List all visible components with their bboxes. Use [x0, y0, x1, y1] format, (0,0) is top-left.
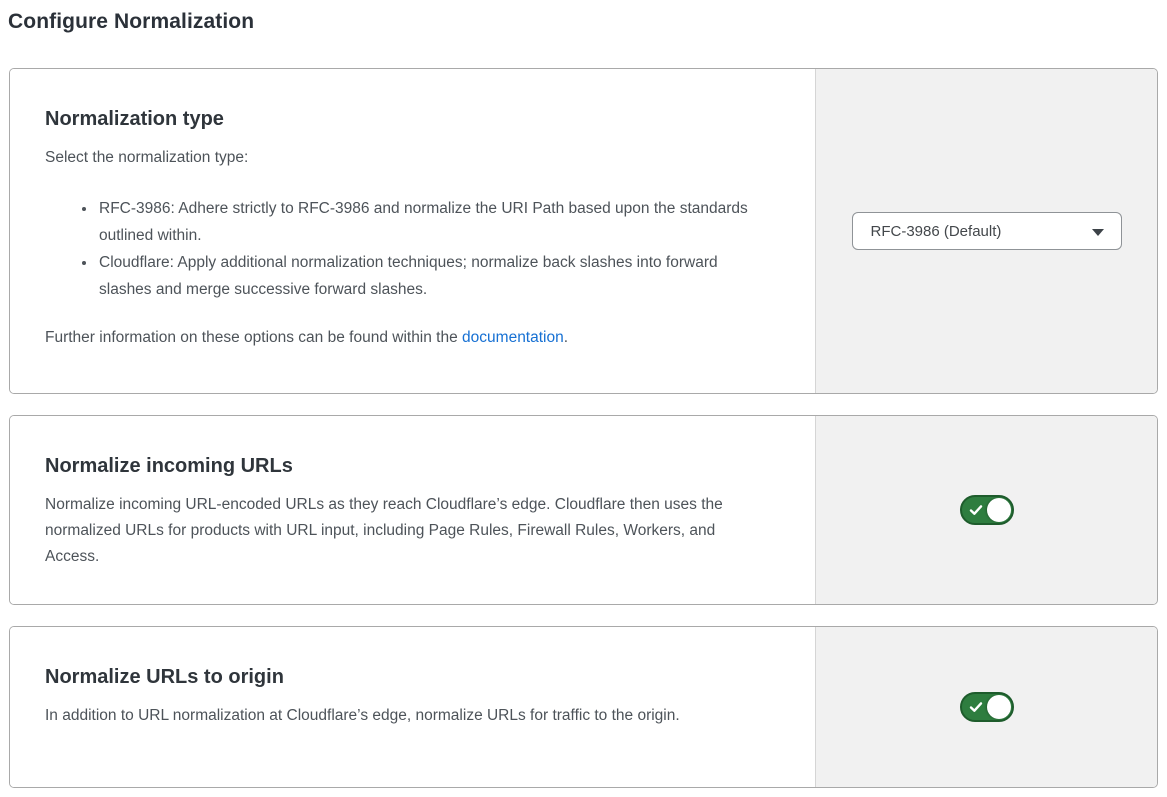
normalization-type-footer: Further information on these options can…	[45, 325, 767, 351]
normalization-type-side-panel: RFC-3986 (Default)	[815, 69, 1157, 393]
normalization-type-description: Select the normalization type:	[45, 145, 767, 171]
normalize-urls-to-origin-description: In addition to URL normalization at Clou…	[45, 703, 767, 729]
documentation-link[interactable]: documentation	[462, 329, 564, 346]
normalize-incoming-urls-description: Normalize incoming URL-encoded URLs as t…	[45, 492, 767, 570]
list-item-cloudflare: Cloudflare: Apply additional normalizati…	[97, 249, 767, 303]
select-value: RFC-3986 (Default)	[871, 223, 1002, 240]
normalize-urls-to-origin-content: Normalize URLs to origin In addition to …	[10, 627, 815, 787]
footer-text: Further information on these options can…	[45, 329, 462, 346]
normalize-urls-to-origin-toggle[interactable]	[960, 692, 1014, 722]
normalization-type-card: Normalization type Select the normalizat…	[9, 68, 1158, 394]
toggle-knob	[987, 695, 1011, 719]
list-item-rfc3986: RFC-3986: Adhere strictly to RFC-3986 an…	[97, 195, 767, 249]
check-icon	[969, 503, 983, 517]
normalize-incoming-urls-title: Normalize incoming URLs	[45, 454, 767, 479]
normalization-type-select[interactable]: RFC-3986 (Default)	[852, 212, 1122, 250]
configure-normalization-page: Configure Normalization Normalization ty…	[0, 0, 1167, 788]
normalization-type-title: Normalization type	[45, 107, 767, 132]
normalization-type-card-content: Normalization type Select the normalizat…	[10, 69, 815, 393]
normalize-urls-to-origin-title: Normalize URLs to origin	[45, 665, 767, 690]
normalization-options-list: RFC-3986: Adhere strictly to RFC-3986 an…	[45, 195, 767, 303]
normalize-incoming-urls-content: Normalize incoming URLs Normalize incomi…	[10, 416, 815, 604]
toggle-knob	[987, 498, 1011, 522]
normalize-incoming-urls-toggle[interactable]	[960, 495, 1014, 525]
normalize-urls-to-origin-side-panel	[815, 627, 1157, 787]
normalize-urls-to-origin-card: Normalize URLs to origin In addition to …	[9, 626, 1158, 788]
normalize-incoming-urls-side-panel	[815, 416, 1157, 604]
normalize-incoming-urls-card: Normalize incoming URLs Normalize incomi…	[9, 415, 1158, 605]
page-title: Configure Normalization	[8, 0, 1158, 35]
chevron-down-icon	[1092, 229, 1104, 236]
footer-period: .	[564, 329, 568, 346]
check-icon	[969, 700, 983, 714]
